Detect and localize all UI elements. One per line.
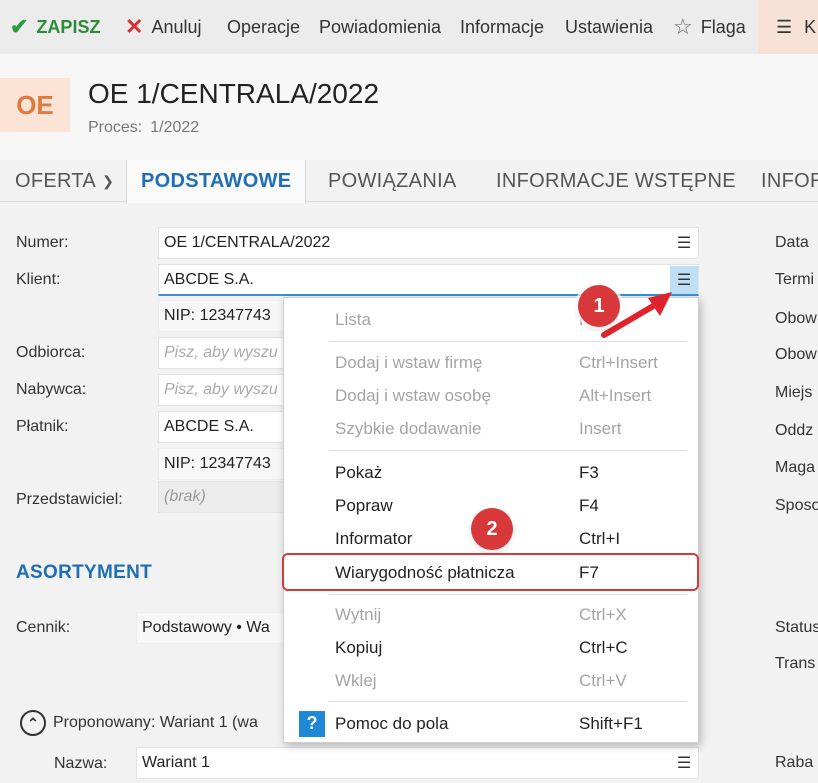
proponowany-label: Proponowany: Wariant 1 (wa: [53, 714, 258, 731]
klient-label: Klient:: [16, 271, 61, 288]
check-icon: ✔: [10, 14, 29, 39]
collapse-icon[interactable]: ⌃: [20, 710, 46, 736]
hamburger-icon: ☰: [776, 16, 793, 37]
numer-menu-button[interactable]: ☰: [670, 229, 698, 257]
more-menu-button[interactable]: ☰ K: [758, 0, 818, 54]
nazwa-field[interactable]: Wariant 1: [136, 747, 699, 779]
right-label-transakcja: Trans: [775, 655, 816, 672]
przedstawiciel-label: Przedstawiciel:: [16, 491, 123, 508]
notifications-menu[interactable]: Powiadomienia: [319, 0, 441, 54]
numer-value: OE 1/CENTRALA/2022: [164, 234, 331, 251]
klient-menu-button[interactable]: ☰: [670, 266, 698, 294]
odbiorca-input[interactable]: Pisz, aby wyszu: [158, 337, 284, 369]
more-label: K: [804, 16, 817, 37]
menu-separator: [329, 594, 687, 595]
document-header: OE OE 1/CENTRALA/2022 Proces: 1/2022: [0, 54, 818, 160]
klient-value: ABCDE S.A.: [164, 270, 254, 288]
document-type-badge: OE: [0, 78, 70, 132]
cancel-button[interactable]: ✕ Anuluj: [125, 0, 201, 54]
star-icon: ☆: [673, 14, 693, 39]
section-title-asortyment: ASORTYMENT: [16, 562, 152, 583]
menu-item-dodaj-osobe[interactable]: Dodaj i wstaw osobę Alt+Insert: [284, 379, 698, 412]
menu-item-lista[interactable]: Lista F: [284, 303, 698, 336]
tab-podstawowe[interactable]: PODSTAWOWE: [126, 160, 307, 203]
right-label-obowiazuje-2: Obow: [775, 346, 817, 363]
cancel-label: Anuluj: [151, 16, 202, 37]
menu-item-szybkie-dodawanie[interactable]: Szybkie dodawanie Insert: [284, 412, 698, 445]
step-marker-1: 1: [578, 285, 620, 327]
menu-item-wytnij[interactable]: Wytnij Ctrl+X: [284, 598, 698, 631]
save-label: ZAPISZ: [36, 16, 101, 37]
right-label-sposob: Sposo: [775, 497, 818, 514]
numer-label: Numer:: [16, 234, 69, 251]
flag-label: Flaga: [700, 16, 746, 37]
process-label: Proces:: [88, 119, 143, 136]
tab-oferta-label: OFERTA: [15, 169, 97, 192]
right-label-data: Data: [775, 234, 809, 251]
tab-informacje-wstepne[interactable]: INFORMACJE WSTĘPNE: [496, 160, 736, 202]
highlight-box: [282, 553, 699, 591]
menu-item-dodaj-firme[interactable]: Dodaj i wstaw firmę Ctrl+Insert: [284, 346, 698, 379]
right-label-status: Status: [775, 619, 818, 636]
przedstawiciel-field: (brak): [158, 481, 284, 513]
chevron-down-icon: ❯: [102, 172, 115, 189]
right-label-miejsce: Miejs: [775, 384, 813, 401]
x-icon: ✕: [125, 14, 144, 39]
nazwa-value: Wariant 1: [142, 754, 210, 771]
menu-item-pokaz[interactable]: Pokaż F3: [284, 456, 698, 489]
save-button[interactable]: ✔ ZAPISZ: [10, 0, 100, 54]
page-title: OE 1/CENTRALA/2022: [88, 78, 380, 109]
tab-oferta[interactable]: OFERTA ❯: [15, 160, 114, 202]
platnik-label: Płatnik:: [16, 418, 69, 435]
nazwa-menu-button[interactable]: ☰: [670, 749, 698, 777]
step-marker-2: 2: [471, 508, 513, 550]
menu-separator: [329, 701, 687, 702]
settings-menu[interactable]: Ustawienia: [565, 0, 653, 54]
right-label-obowiazuje-1: Obow: [775, 310, 817, 327]
nabywca-input[interactable]: Pisz, aby wyszu: [158, 374, 284, 406]
process-info: Proces: 1/2022: [88, 119, 199, 137]
right-label-termin: Termi: [775, 271, 815, 288]
platnik-nip: NIP: 12347743: [158, 448, 284, 480]
platnik-field[interactable]: ABCDE S.A.: [158, 411, 284, 443]
cennik-label: Cennik:: [16, 619, 71, 636]
cennik-field[interactable]: Podstawowy • Wa: [136, 612, 284, 644]
information-menu[interactable]: Informacje: [460, 0, 544, 54]
right-label-magazyn: Maga: [775, 459, 816, 476]
klient-field[interactable]: ABCDE S.A.: [158, 264, 699, 296]
toolbar: ✔ ZAPISZ ✕ Anuluj Operacje Powiadomienia…: [0, 0, 818, 54]
operations-menu[interactable]: Operacje: [227, 0, 300, 54]
menu-item-kopiuj[interactable]: Kopiuj Ctrl+C: [284, 631, 698, 664]
right-label-oddzial: Oddz: [775, 422, 814, 439]
tab-powiazania[interactable]: POWIĄZANIA: [328, 160, 457, 202]
flag-button[interactable]: ☆ Flaga: [673, 0, 746, 54]
menu-item-wklej[interactable]: Wklej Ctrl+V: [284, 664, 698, 697]
right-label-rabat: Raba: [775, 754, 814, 771]
menu-separator: [329, 450, 687, 451]
menu-separator: [329, 341, 687, 342]
menu-item-pomoc-do-pola[interactable]: ? Pomoc do pola Shift+F1: [284, 707, 698, 740]
tab-informacje[interactable]: INFOR: [761, 160, 818, 202]
question-icon: ?: [299, 710, 325, 737]
tab-bar: OFERTA ❯ PODSTAWOWE POWIĄZANIA INFORMACJ…: [0, 160, 818, 203]
klient-nip: NIP: 12347743: [158, 300, 284, 332]
process-value: 1/2022: [150, 119, 200, 136]
nabywca-label: Nabywca:: [16, 381, 87, 398]
odbiorca-label: Odbiorca:: [16, 344, 86, 361]
nazwa-label: Nazwa:: [54, 755, 108, 772]
numer-field[interactable]: OE 1/CENTRALA/2022: [158, 227, 699, 259]
